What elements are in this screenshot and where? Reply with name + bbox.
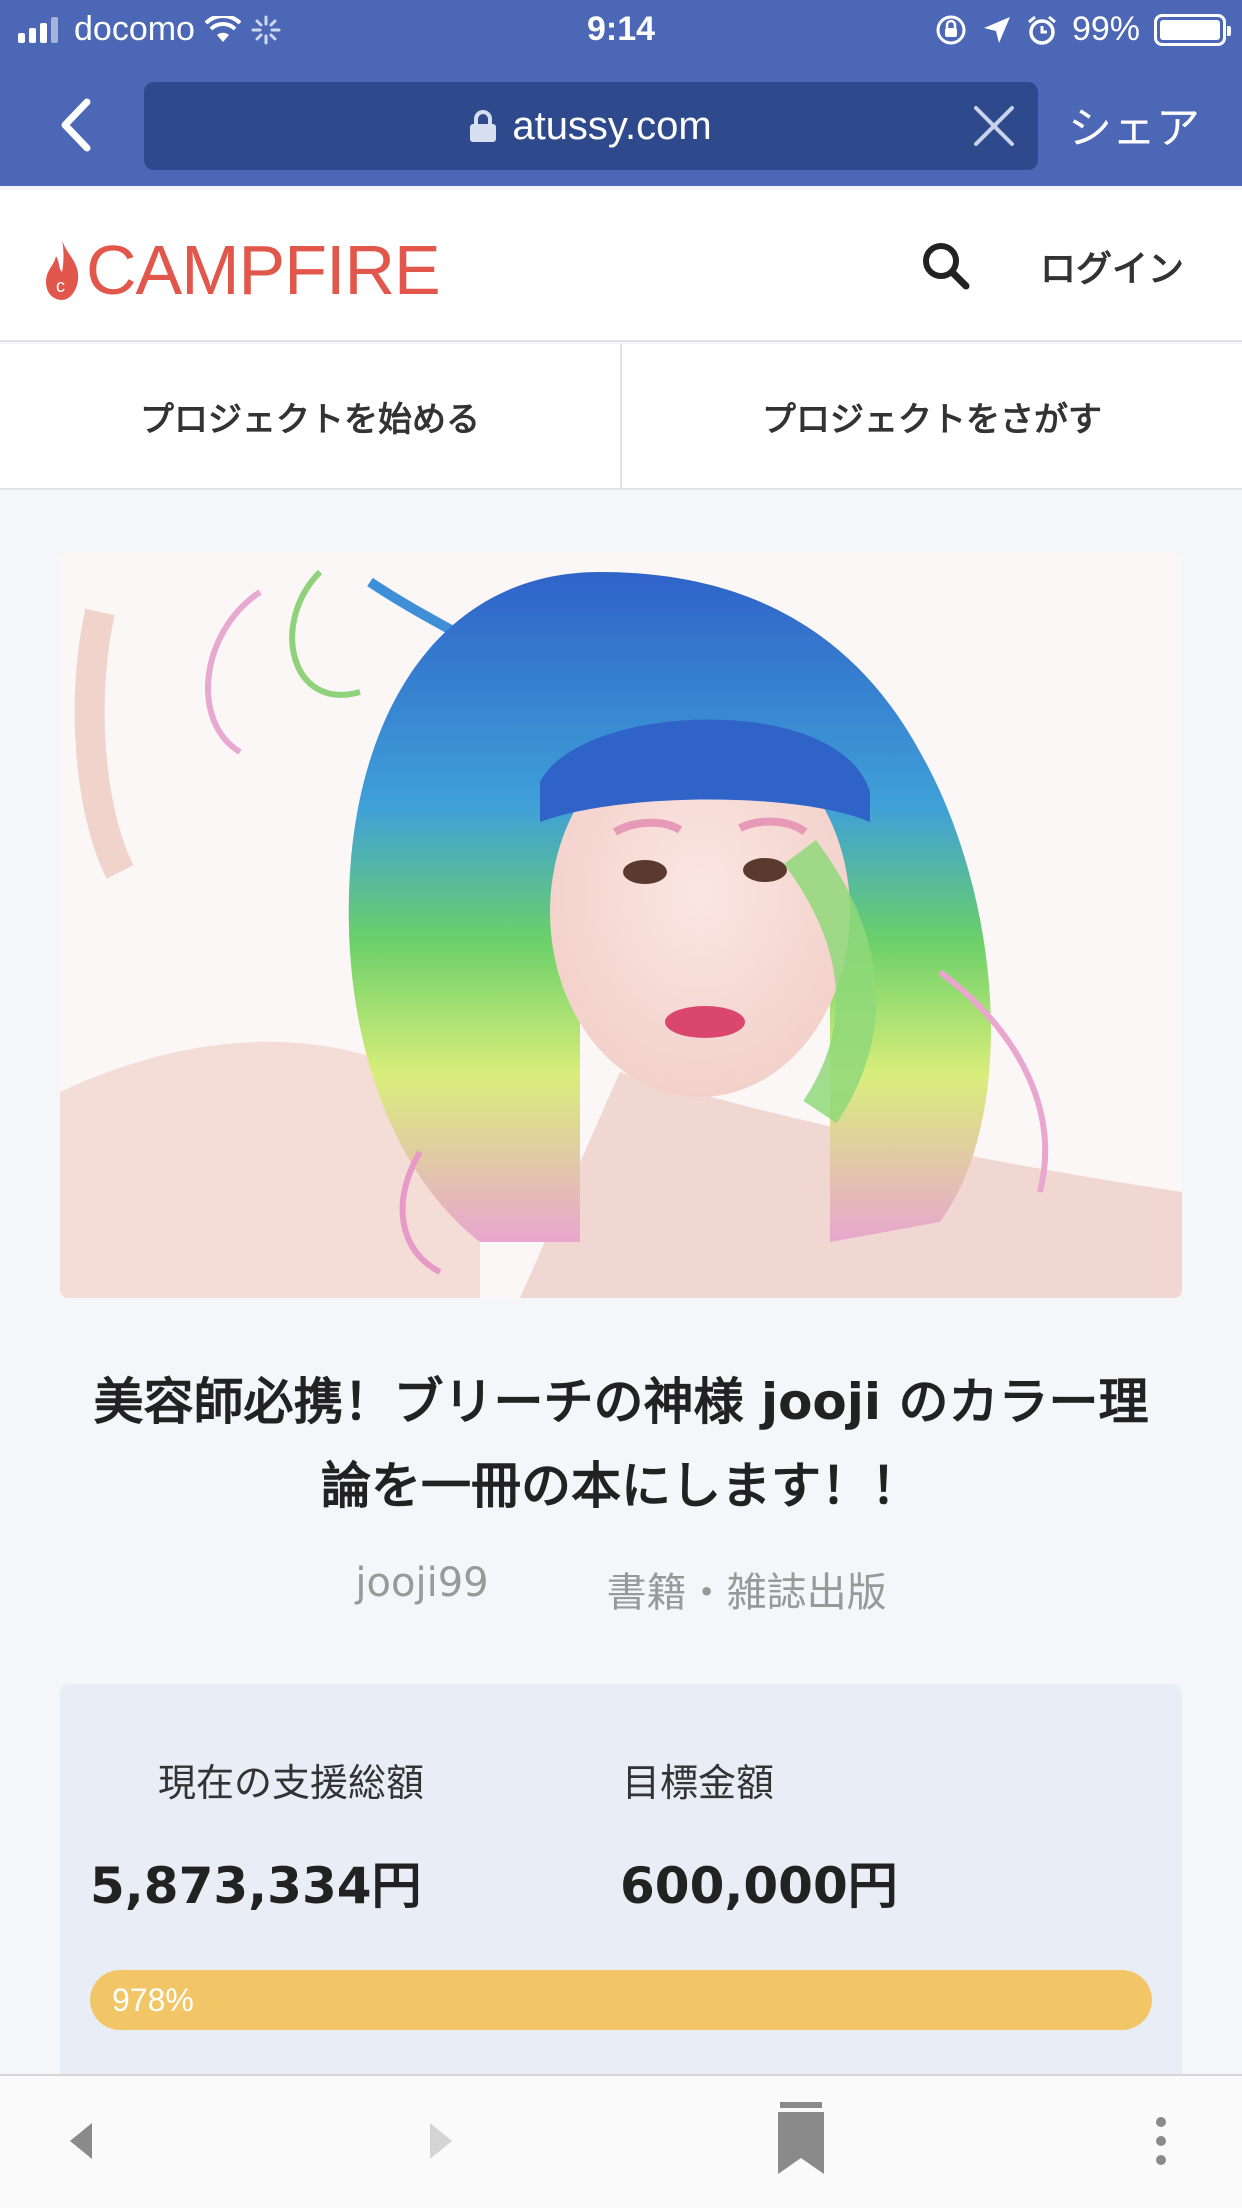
- project-owner-link[interactable]: jooji99: [355, 1560, 488, 1618]
- browser-navbar: atussy.com シェア: [0, 62, 1242, 186]
- location-arrow-icon: [983, 16, 1010, 43]
- back-button[interactable]: [46, 90, 106, 160]
- battery-icon: [1154, 13, 1231, 46]
- chevron-left-icon: [61, 98, 91, 152]
- url-text: atussy.com: [512, 103, 712, 148]
- browser-toolbar: [0, 2074, 1242, 2208]
- project-title: 美容師必携！ブリーチの神様 jooji のカラー理 論を一冊の本にします！！: [50, 1360, 1192, 1528]
- goal-amount: 600,000円: [620, 1857, 898, 1915]
- project-title-line-2: 論を一冊の本にします！！: [321, 1457, 921, 1515]
- toolbar-forward-button[interactable]: [406, 2106, 476, 2176]
- login-link[interactable]: ログイン: [1040, 240, 1184, 292]
- logo-wordmark: CAMPFIRE: [86, 231, 441, 309]
- progress-fill: [90, 1970, 1152, 2030]
- share-button[interactable]: シェア: [1068, 92, 1200, 156]
- hero-photo: [60, 552, 1182, 1298]
- toolbar-bookmark-button[interactable]: [766, 2102, 836, 2174]
- clear-url-button[interactable]: [972, 104, 1016, 148]
- lock-icon: [470, 110, 497, 142]
- site-header: c CAMPFIRE ログイン: [0, 190, 1242, 342]
- battery-percent: 99%: [1071, 10, 1140, 48]
- svg-text:c: c: [56, 276, 65, 296]
- raised-amount: 5,873,334円: [90, 1857, 422, 1915]
- campfire-logo[interactable]: c CAMPFIRE: [42, 230, 441, 310]
- project-category-link[interactable]: 書籍・雑誌出版: [607, 1560, 887, 1618]
- rotation-lock-icon: [936, 15, 966, 44]
- funding-stats: 現在の支援総額 目標金額 5,873,334円 600,000円 978%: [60, 1684, 1182, 2084]
- project-meta: jooji99 書籍・雑誌出版: [0, 1560, 1242, 1618]
- tab-start-project[interactable]: プロジェクトを始める: [0, 344, 620, 488]
- toolbar-more-button[interactable]: [1126, 2106, 1196, 2176]
- browser-chrome: docomo 9:14 99% atussy.com シェア: [0, 0, 1242, 186]
- tab-find-project[interactable]: プロジェクトをさがす: [620, 344, 1242, 488]
- toolbar-back-button[interactable]: [46, 2106, 116, 2176]
- progress-percent: 978%: [112, 1982, 194, 2018]
- bookmark-icon: [778, 2102, 824, 2174]
- close-icon: [974, 106, 1014, 146]
- funding-progress-bar: 978%: [90, 1970, 1152, 2030]
- alarm-icon: [1027, 15, 1056, 45]
- project-tabs: プロジェクトを始める プロジェクトをさがす: [0, 344, 1242, 490]
- project-title-line-1: 美容師必携！ブリーチの神様 jooji のカラー理: [93, 1373, 1149, 1431]
- phone-screen: docomo 9:14 99% atussy.com シェア c CAMPFIR…: [0, 0, 1242, 2208]
- goal-label: 目標金額: [622, 1761, 775, 1805]
- search-button[interactable]: [918, 238, 974, 294]
- raised-label: 現在の支援総額: [158, 1761, 425, 1805]
- more-vertical-icon: [1156, 2117, 1166, 2165]
- flame-icon: c: [46, 240, 79, 300]
- search-icon: [923, 243, 970, 290]
- address-bar[interactable]: atussy.com: [144, 82, 1038, 170]
- project-hero-image[interactable]: [60, 552, 1182, 1298]
- triangle-right-icon: [430, 2123, 452, 2159]
- status-right: 99%: [934, 10, 1231, 49]
- status-bar: docomo 9:14 99%: [0, 0, 1242, 62]
- triangle-left-icon: [70, 2123, 92, 2159]
